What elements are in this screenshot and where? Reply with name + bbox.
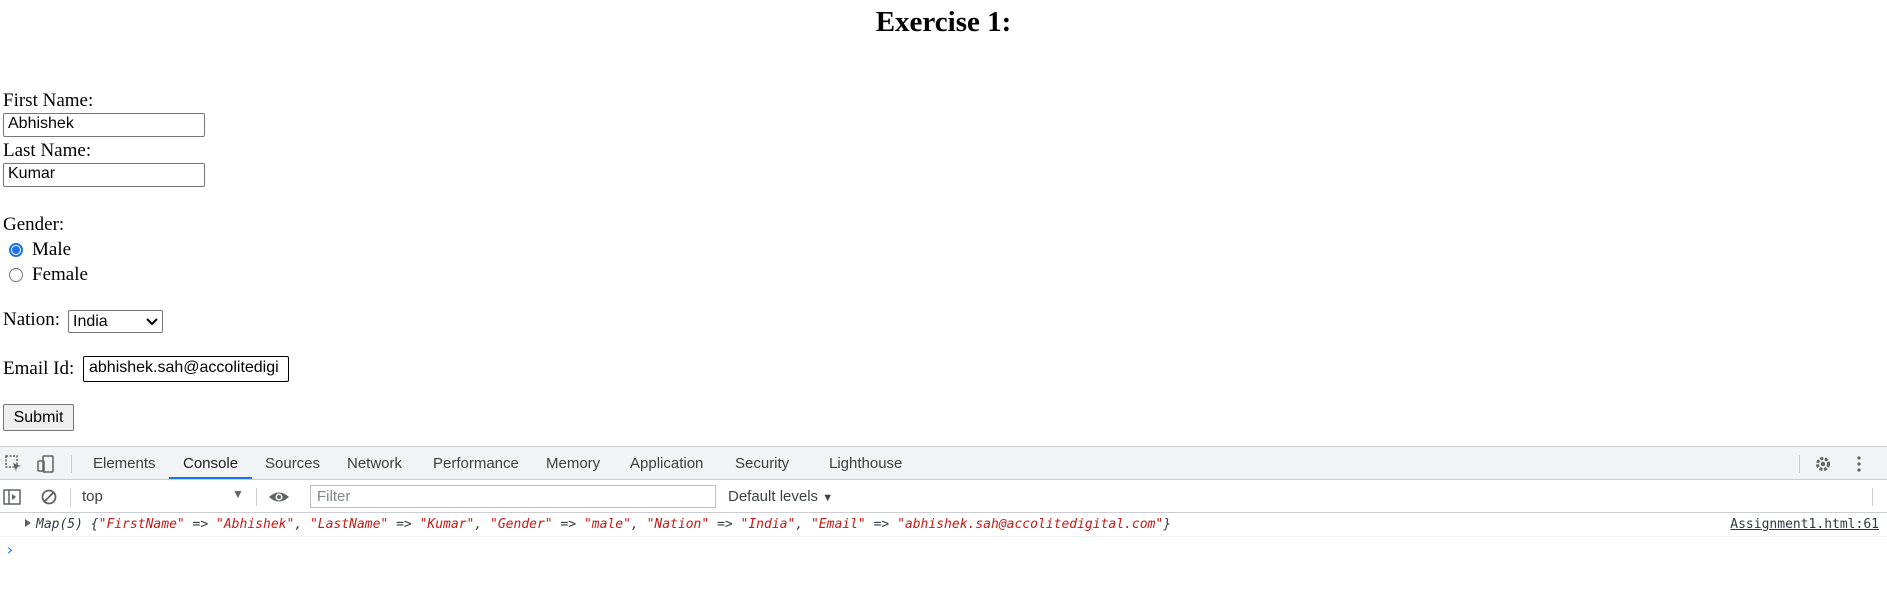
active-tab-indicator: [169, 477, 252, 479]
context-selector[interactable]: top: [82, 488, 103, 505]
email-input[interactable]: abhishek.sah@accolitedigi: [83, 356, 289, 382]
tab-elements[interactable]: Elements: [93, 455, 156, 472]
tab-performance[interactable]: Performance: [433, 455, 519, 472]
map-key: "Gender": [490, 517, 553, 532]
chevron-down-icon: [146, 317, 158, 325]
devtools-panel: Elements Console Sources Network Perform…: [0, 446, 1887, 614]
map-value: "Abhishek": [216, 517, 295, 532]
tab-application[interactable]: Application: [630, 455, 703, 472]
gear-icon[interactable]: [1814, 455, 1832, 473]
map-key: "Nation": [646, 517, 710, 532]
male-radio[interactable]: [9, 243, 23, 257]
tab-network[interactable]: Network: [347, 455, 402, 472]
map-key: "FirstName": [98, 517, 185, 532]
tab-security[interactable]: Security: [735, 455, 789, 472]
first-name-input[interactable]: Abhishek: [3, 113, 205, 137]
map-value: "male": [583, 517, 631, 532]
tab-sources[interactable]: Sources: [265, 455, 320, 472]
inspect-element-icon[interactable]: [5, 455, 23, 473]
sidebar-toggle-icon[interactable]: [3, 488, 21, 506]
tab-memory[interactable]: Memory: [546, 455, 600, 472]
nation-selected-value: India: [73, 312, 108, 330]
submit-button[interactable]: Submit: [3, 404, 74, 431]
log-source-link[interactable]: Assignment1.html:61: [1730, 517, 1879, 532]
log-prefix: Map(5) {: [36, 517, 99, 532]
map-value: "India": [740, 517, 796, 532]
nation-label: Nation:: [3, 309, 60, 330]
log-message: Map(5) {"FirstName" => "Abhishek", "Last…: [36, 517, 1172, 532]
log-levels-dropdown[interactable]: Default levels ▼: [728, 488, 833, 505]
console-filter-input[interactable]: Filter: [310, 485, 716, 508]
page-title: Exercise 1:: [875, 6, 1012, 38]
page-content: Exercise 1: First Name: Abhishek Last Na…: [0, 0, 1887, 446]
tab-separator: [71, 455, 72, 473]
female-label: Female: [32, 264, 88, 285]
last-name-input[interactable]: Kumar: [3, 163, 205, 187]
eye-icon[interactable]: [268, 488, 290, 506]
gender-option-male[interactable]: Male: [9, 239, 71, 261]
male-label: Male: [32, 239, 72, 260]
clear-console-icon[interactable]: [40, 488, 58, 506]
gender-option-female[interactable]: Female: [9, 264, 88, 286]
nation-select[interactable]: India: [68, 310, 163, 333]
console-log-entry[interactable]: Map(5) {"FirstName" => "Abhishek", "Last…: [0, 513, 1887, 537]
log-suffix: }: [1163, 517, 1172, 532]
last-name-label: Last Name:: [3, 140, 92, 161]
console-toolbar: top ▼ Filter Default levels ▼: [0, 480, 1887, 513]
map-value: "Kumar": [419, 517, 475, 532]
email-label: Email Id:: [3, 358, 75, 379]
context-dropdown-icon[interactable]: ▼: [232, 487, 244, 501]
tab-lighthouse[interactable]: Lighthouse: [829, 455, 902, 472]
expand-triangle-icon[interactable]: [25, 519, 31, 527]
map-value: "abhishek.sah@accolitedigital.com": [897, 517, 1164, 532]
map-key: "Email": [810, 517, 866, 532]
log-levels-label: Default levels: [728, 488, 819, 505]
toolbar-separator: [1872, 488, 1873, 506]
first-name-label: First Name:: [3, 90, 94, 111]
chevron-down-icon: ▼: [822, 492, 834, 504]
tab-separator: [1799, 455, 1800, 473]
device-toolbar-icon[interactable]: [37, 455, 55, 473]
toolbar-separator: [256, 488, 257, 506]
more-options-icon[interactable]: [1850, 455, 1868, 473]
toolbar-separator: [70, 488, 71, 506]
map-key: "LastName": [309, 517, 389, 532]
tab-console[interactable]: Console: [183, 455, 238, 472]
gender-label: Gender:: [3, 214, 65, 235]
console-prompt[interactable]: ›: [5, 540, 15, 559]
devtools-tab-bar: Elements Console Sources Network Perform…: [0, 446, 1887, 480]
female-radio[interactable]: [9, 268, 23, 282]
